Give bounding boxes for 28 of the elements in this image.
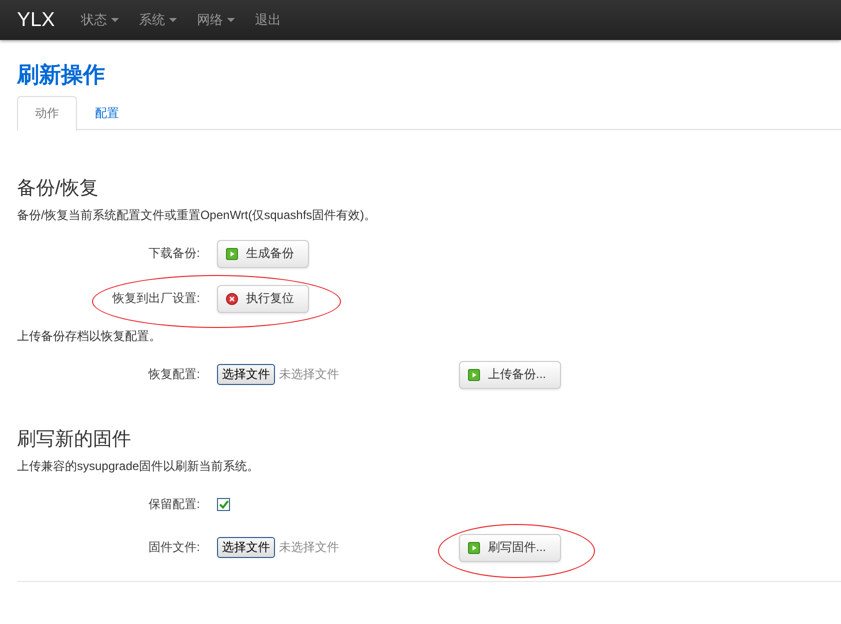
checkbox[interactable] (217, 498, 230, 511)
section-title: 刷写新的固件 (17, 428, 132, 452)
file-status: 未选择文件 (279, 366, 339, 383)
field-label: 下载备份: (148, 246, 200, 260)
field-label: 固件文件: (148, 540, 200, 554)
tab[interactable]: 配置 (77, 96, 137, 129)
section-title: 备份/恢复 (17, 177, 100, 201)
field-label: 恢复配置: (148, 367, 200, 381)
action-button[interactable]: 上传备份... (459, 360, 562, 388)
menu-item[interactable]: 网络 (196, 11, 235, 29)
page-title: 刷新操作 (17, 61, 106, 89)
checkmark-icon (218, 500, 228, 509)
tab[interactable]: 动作 (17, 96, 77, 131)
field-label: 恢复到出厂设置: (112, 291, 200, 305)
menu-item[interactable]: 状态 (80, 11, 119, 29)
action-button[interactable]: 刷写固件... (459, 534, 562, 562)
section-description: 备份/恢复当前系统配置文件或重置OpenWrt(仅squashfs固件有效)。 (17, 207, 378, 224)
brand-logo[interactable]: YLX (17, 8, 55, 32)
section-description: 上传兼容的sysupgrade固件以刷新当前系统。 (17, 458, 260, 475)
file-status: 未选择文件 (279, 539, 339, 556)
action-button[interactable]: 执行复位 (217, 284, 309, 312)
field-label: 保留配置: (148, 497, 200, 511)
section-description: 上传备份存档以恢复配置。 (17, 328, 162, 345)
choose-file-button[interactable]: 选择文件 (217, 364, 275, 385)
action-button[interactable]: 生成备份 (217, 240, 309, 268)
menu-item[interactable]: 退出 (254, 11, 281, 29)
choose-file-button[interactable]: 选择文件 (217, 537, 275, 558)
menu-item[interactable]: 系统 (138, 11, 177, 29)
